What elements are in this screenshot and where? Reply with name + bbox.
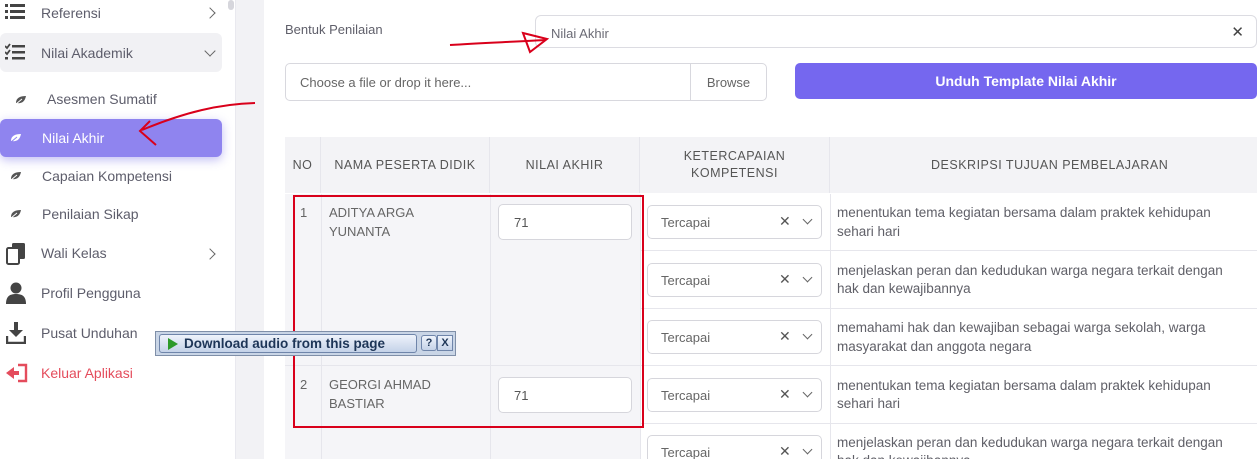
help-button[interactable]: ?: [421, 335, 437, 351]
download-audio-toolbar: Download audio from this page ? X: [155, 331, 456, 356]
close-button[interactable]: X: [437, 335, 453, 351]
download-audio-label: Download audio from this page: [184, 336, 386, 351]
play-icon: [168, 337, 178, 350]
download-audio-button[interactable]: Download audio from this page: [159, 334, 417, 353]
annotation-arrow: [138, 31, 550, 146]
